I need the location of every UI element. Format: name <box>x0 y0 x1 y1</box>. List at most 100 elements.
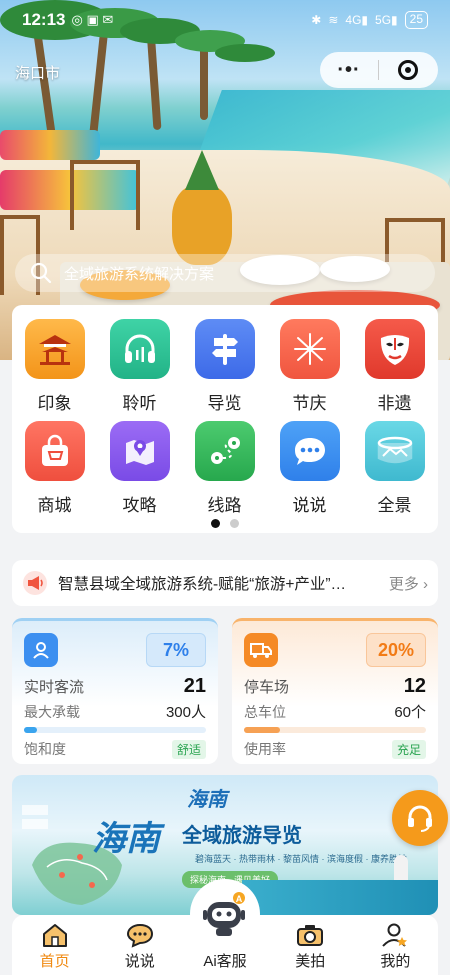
hainan-logo: 海南 <box>187 789 227 811</box>
tab-talk[interactable]: 说说 <box>97 915 182 975</box>
tab-label: 说说 <box>124 953 155 970</box>
usage-label: 使用率 <box>244 741 286 757</box>
notice-bar[interactable]: 智慧县域全域旅游系统-赋能“旅游+产业”… 更多 › <box>12 560 438 606</box>
robot-icon: A <box>203 892 245 936</box>
parking-card[interactable]: 20% 停车场 12 总车位 60个 使用率 充足 <box>232 618 438 764</box>
opera-mask-icon <box>364 319 425 379</box>
menu-item-guide[interactable]: 导览 <box>182 319 267 421</box>
menu-label: 导览 <box>207 394 242 413</box>
ellipsis-icon[interactable]: ·•· <box>320 59 378 82</box>
menu-label: 商城 <box>37 496 72 515</box>
home-icon <box>42 924 67 947</box>
saturation-bar <box>24 727 206 733</box>
usage-status-badge: 充足 <box>391 740 426 759</box>
chat-icon <box>126 923 153 948</box>
visitor-flow-card[interactable]: 7% 实时客流 21 最大承载 300人 饱和度 舒适 <box>12 618 218 764</box>
bluetooth-icon: ✱ <box>311 13 322 27</box>
menu-label: 印象 <box>37 394 72 413</box>
pineapple <box>172 185 232 265</box>
menu-label: 全景 <box>377 496 412 515</box>
fireworks-icon <box>279 319 340 379</box>
menu-label: 线路 <box>207 496 242 515</box>
palm-tree <box>88 19 110 141</box>
menu-item-talk[interactable]: 说说 <box>267 421 352 523</box>
chat-bubble-icon <box>279 421 340 481</box>
menu-item-listen[interactable]: 聆听 <box>97 319 182 421</box>
menu-label: 攻略 <box>122 496 157 515</box>
max-capacity-label: 最大承载 <box>24 704 80 720</box>
tab-photo[interactable]: 美拍 <box>268 915 353 975</box>
saturation-label: 饱和度 <box>24 741 66 757</box>
headset-icon <box>408 805 432 832</box>
city-selector[interactable]: 海口市 <box>15 62 60 83</box>
page-dot[interactable] <box>230 519 239 528</box>
route-icon <box>194 421 255 481</box>
menu-label: 非遗 <box>377 394 412 413</box>
tab-label: Ai客服 <box>203 953 247 970</box>
tab-label: 首页 <box>39 953 70 970</box>
target-icon[interactable] <box>379 60 437 80</box>
notification-icon: ◎ ▣ ✉ <box>71 12 114 27</box>
truck-icon <box>244 633 278 667</box>
search-placeholder: 全域旅游系统解决方案 <box>64 265 215 283</box>
menu-item-impression[interactable]: 印象 <box>12 319 97 421</box>
mini-program-capsule: ·•· <box>320 52 438 88</box>
megaphone-icon <box>23 571 47 595</box>
menu-label: 节庆 <box>292 394 327 413</box>
status-bar: 12:13 ◎ ▣ ✉ ✱ ≋ 4G▮ 5G▮ 25 <box>22 8 428 32</box>
chevron-right-icon: › <box>423 575 428 593</box>
menu-item-festival[interactable]: 节庆 <box>267 319 352 421</box>
tab-label: 我的 <box>380 953 411 970</box>
battery-icon: 25 <box>404 11 428 29</box>
visitor-label: 实时客流 <box>24 679 85 696</box>
search-bar[interactable]: 全域旅游系统解决方案 <box>15 254 435 292</box>
signal-4g-icon: 4G▮ <box>345 13 369 27</box>
user-icon <box>382 923 408 947</box>
dining-table <box>0 130 100 160</box>
user-icon <box>24 633 58 667</box>
total-spaces-label: 总车位 <box>244 704 286 720</box>
shopping-bag-icon <box>24 421 85 481</box>
parking-percent: 20% <box>366 633 426 667</box>
palm-frond <box>215 44 275 62</box>
tab-mine[interactable]: 我的 <box>353 915 438 975</box>
notice-more-link[interactable]: 更多 › <box>389 573 428 594</box>
signal-5g-icon: 5G▮ <box>375 13 398 27</box>
saturation-status-badge: 舒适 <box>171 740 206 759</box>
camera-icon <box>297 925 324 946</box>
tab-label: 美拍 <box>295 953 326 970</box>
chair <box>70 160 140 230</box>
visitor-percent: 7% <box>146 633 206 667</box>
menu-label: 聆听 <box>122 394 157 413</box>
page-dot-active[interactable] <box>211 519 220 528</box>
visitor-value: 21 <box>183 675 206 697</box>
sea <box>242 880 438 915</box>
map-icon <box>109 421 170 481</box>
banner-title-big: 海南 <box>92 819 160 859</box>
max-capacity-value: 300人 <box>165 704 206 721</box>
notice-text: 智慧县域全域旅游系统-赋能“旅游+产业”… <box>58 576 347 593</box>
more-label: 更多 <box>388 575 419 593</box>
palm-tree <box>146 29 162 131</box>
menu-item-strategy[interactable]: 攻略 <box>97 421 182 523</box>
banner-subtitle: 碧海蓝天 · 热带雨林 · 黎苗风情 · 滨海度假 · 康养胜地 <box>195 854 407 864</box>
tab-home[interactable]: 首页 <box>12 915 97 975</box>
wifi-icon: ≋ <box>328 13 339 27</box>
parking-value: 12 <box>403 675 426 697</box>
search-icon <box>30 262 52 284</box>
pavilion-icon <box>24 319 85 379</box>
panorama-icon <box>364 421 425 481</box>
signpost-icon <box>194 319 255 379</box>
menu-item-heritage[interactable]: 非遗 <box>352 319 437 421</box>
customer-service-button[interactable] <box>392 790 448 846</box>
ai-robot-button[interactable]: A <box>193 882 257 946</box>
palm-tree <box>200 40 208 120</box>
usage-bar <box>244 727 426 733</box>
menu-item-panorama[interactable]: 全景 <box>352 421 437 523</box>
menu-item-mall[interactable]: 商城 <box>12 421 97 523</box>
menu-label: 说说 <box>292 496 327 515</box>
parking-label: 停车场 <box>244 679 290 696</box>
menu-item-route[interactable]: 线路 <box>182 421 267 523</box>
page-indicator <box>12 519 438 533</box>
svg-text:A: A <box>236 894 243 904</box>
